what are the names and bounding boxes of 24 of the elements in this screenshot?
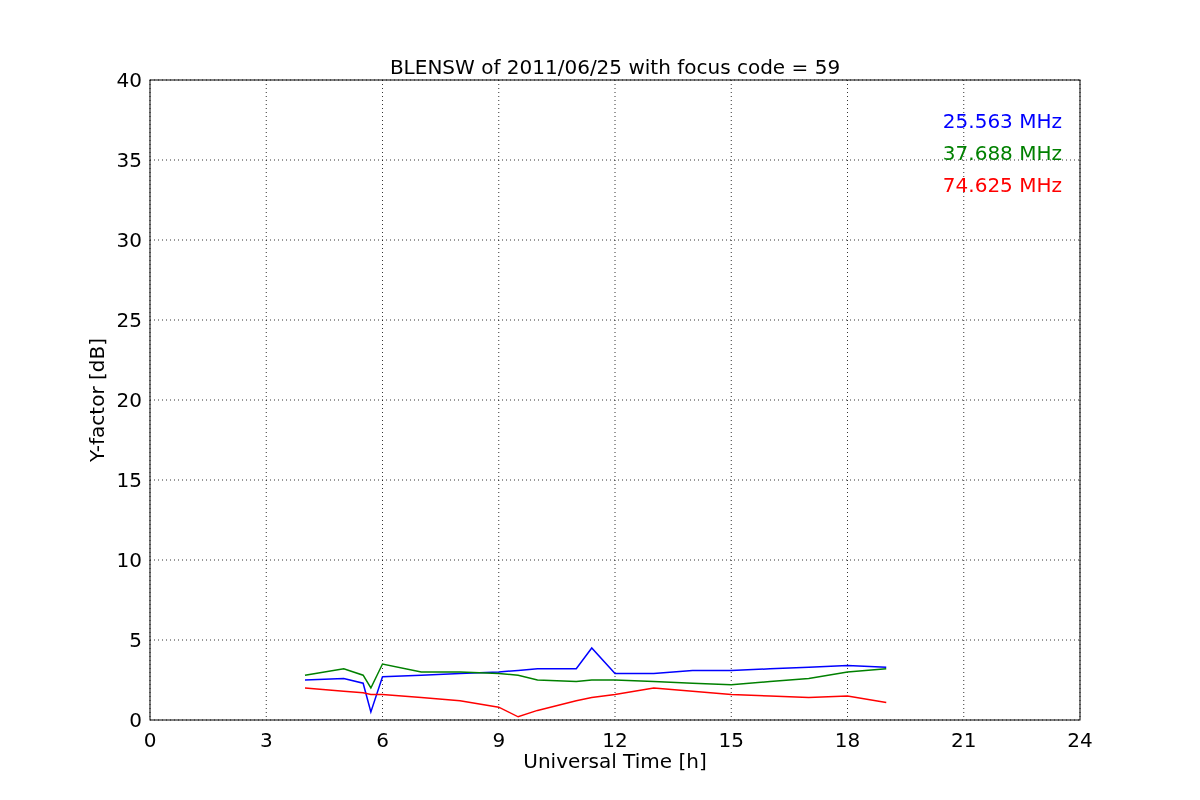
y-tick-label: 15: [116, 468, 142, 492]
legend-label: 37.688 MHz: [942, 141, 1062, 165]
x-tick-label: 18: [834, 728, 861, 752]
y-tick-label: 35: [116, 148, 142, 172]
y-tick-label: 5: [129, 628, 142, 652]
y-tick-label: 10: [116, 548, 142, 572]
x-tick-label: 15: [718, 728, 744, 752]
y-tick-label: 20: [116, 388, 142, 412]
chart-title: BLENSW of 2011/06/25 with focus code = 59: [389, 55, 841, 79]
legend-label: 74.625 MHz: [942, 173, 1062, 197]
x-tick-label: 3: [259, 728, 273, 752]
x-tick-label: 12: [602, 728, 628, 752]
y-tick-label: 40: [116, 68, 142, 92]
y-axis-label: Y-factor [dB]: [85, 338, 109, 462]
x-tick-label: 6: [376, 728, 389, 752]
x-axis-label: Universal Time [h]: [523, 749, 707, 773]
legend-label: 25.563 MHz: [942, 109, 1062, 133]
x-tick-label: 9: [492, 728, 506, 752]
x-tick-label: 24: [1067, 728, 1093, 752]
x-tick-label: 21: [951, 728, 977, 752]
y-tick-label: 25: [116, 308, 142, 332]
y-tick-label: 30: [116, 228, 142, 252]
y-tick-label: 0: [129, 708, 142, 732]
x-tick-label: 0: [143, 728, 157, 752]
